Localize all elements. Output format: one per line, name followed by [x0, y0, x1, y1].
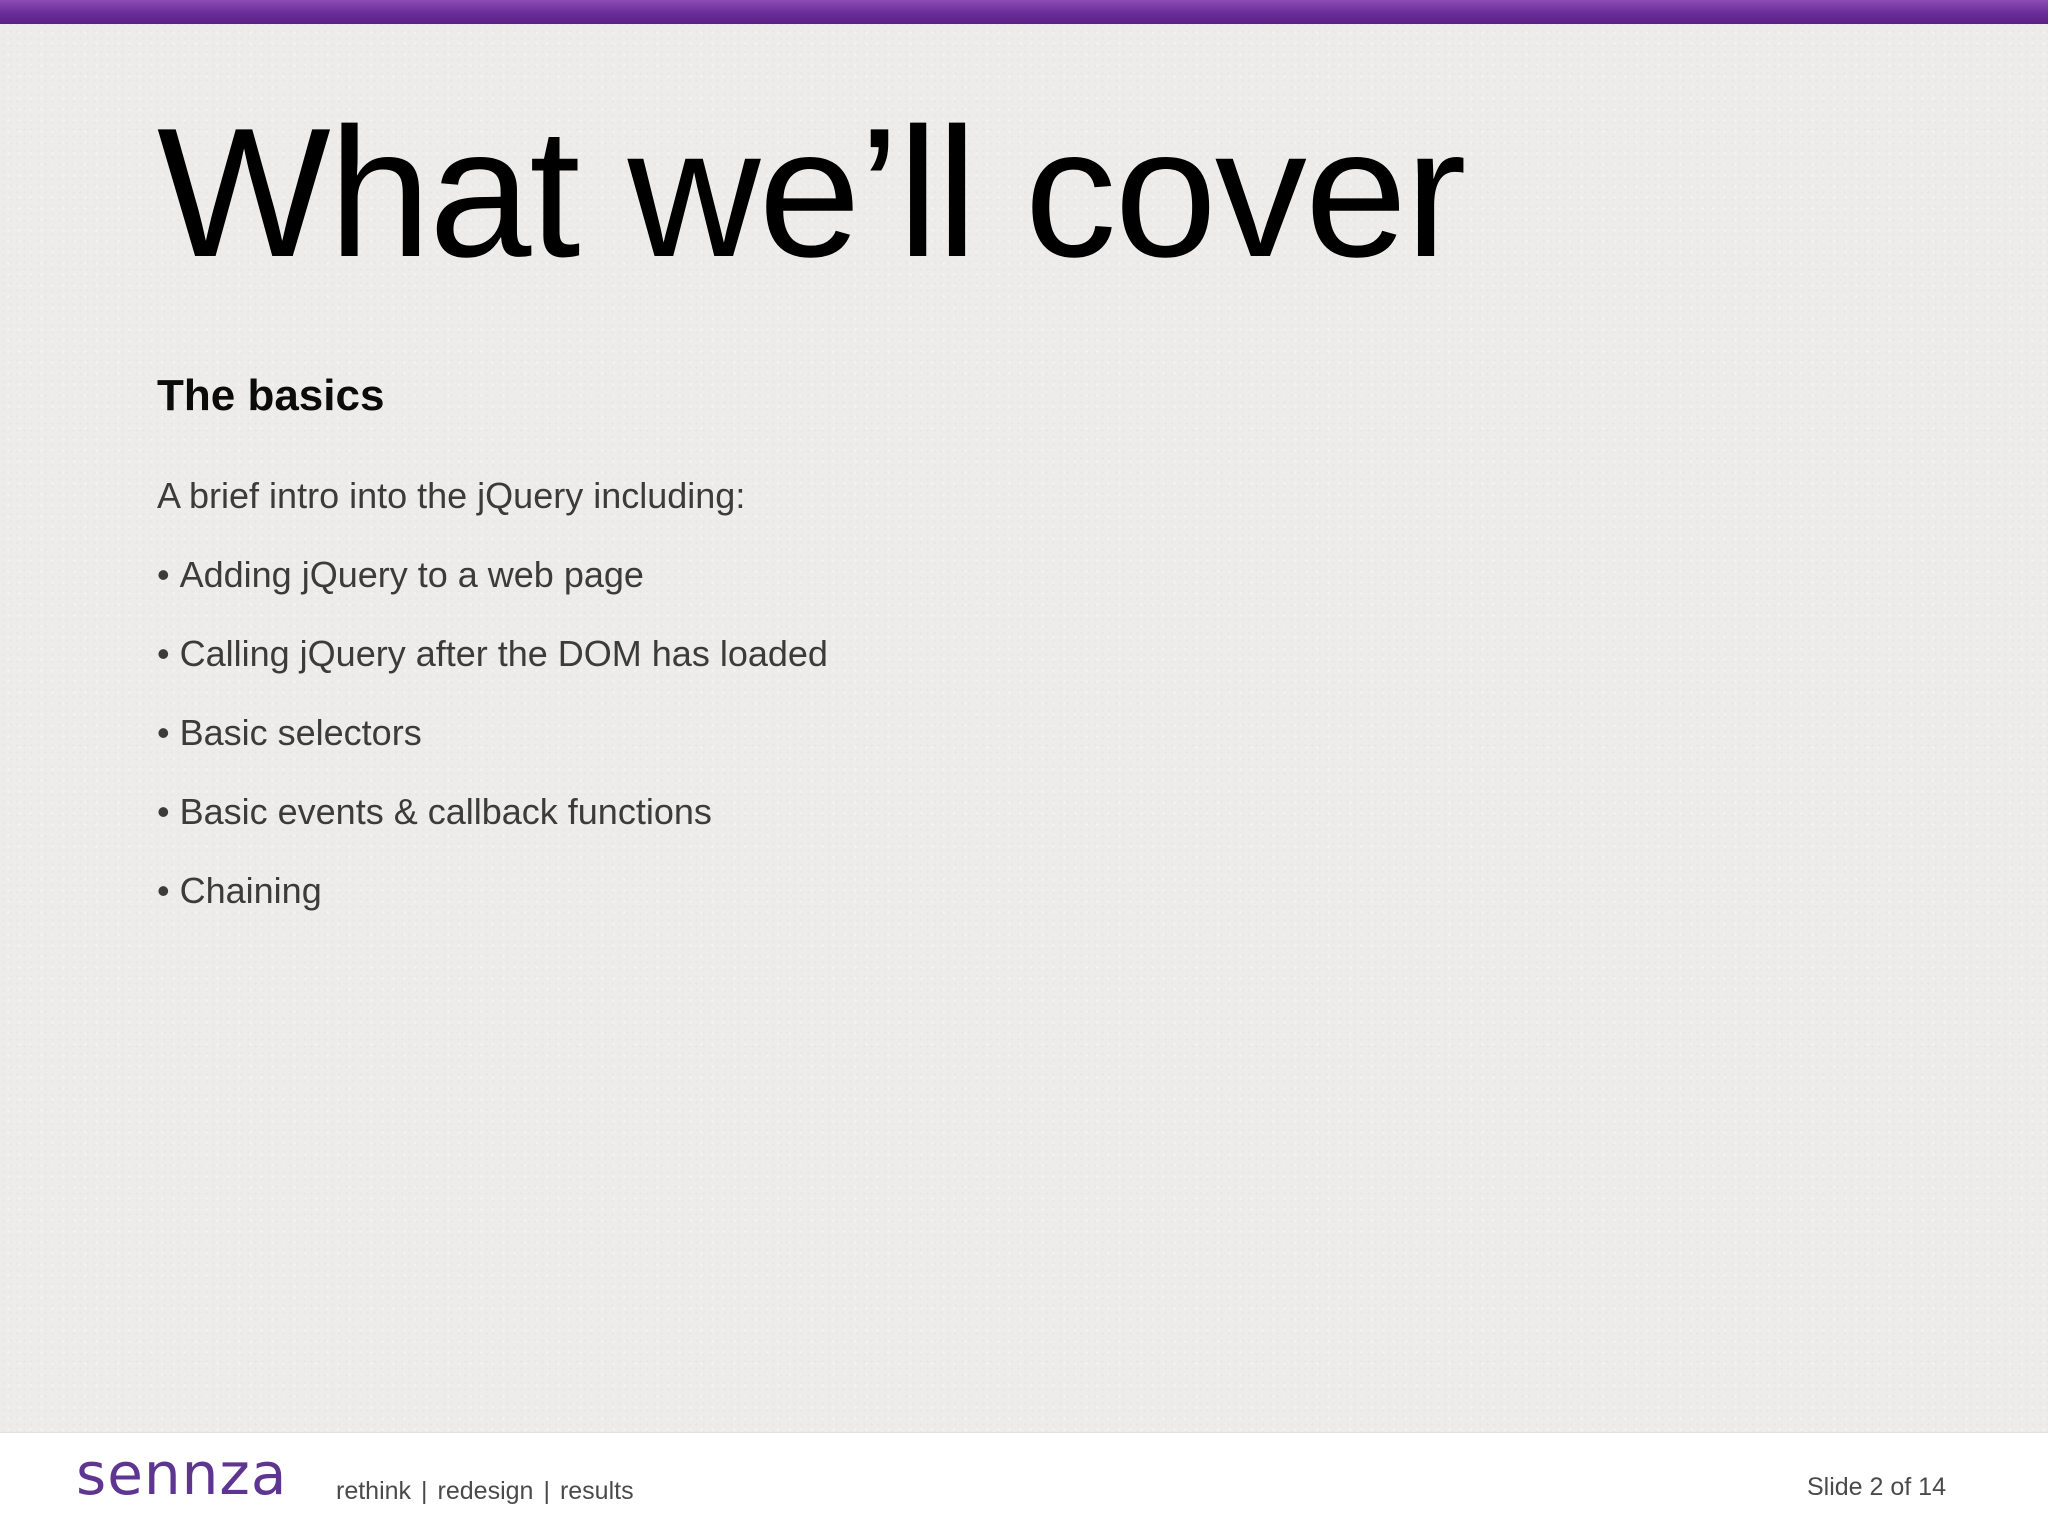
- sennza-logo: sennza: [76, 1440, 288, 1508]
- bullet-item: • Basic events & callback functions: [157, 792, 828, 871]
- tagline-redesign: redesign: [437, 1477, 534, 1505]
- tagline-separator: |: [543, 1477, 550, 1505]
- intro-text: A brief intro into the jQuery including:: [157, 475, 746, 516]
- bullet-text: Adding jQuery to a web page: [179, 554, 644, 595]
- bullet-text: Calling jQuery after the DOM has loaded: [179, 633, 828, 674]
- slide-title: What we’ll cover: [157, 89, 1466, 295]
- bullet-dot: •: [157, 712, 170, 753]
- top-accent-bar: [0, 0, 2048, 24]
- footer: sennza rethink | redesign | results Slide 2 …: [0, 1432, 2048, 1536]
- bullet-text: Chaining: [179, 870, 322, 911]
- tagline-results: results: [559, 1477, 634, 1505]
- bullet-item: • Chaining: [157, 871, 828, 950]
- tagline-rethink: rethink: [336, 1477, 412, 1505]
- bullet-dot: •: [157, 554, 170, 595]
- bullet-dot: •: [157, 633, 170, 674]
- bullet-dot: •: [157, 870, 170, 911]
- bullet-text: Basic selectors: [179, 712, 422, 753]
- bullet-item: • Basic selectors: [157, 713, 828, 792]
- slide-number: Slide 2 of 14: [1807, 1473, 1946, 1501]
- bullet-list: • Adding jQuery to a web page • Calling jQ…: [157, 555, 828, 950]
- tagline: rethink | redesign | results: [336, 1477, 634, 1506]
- bullet-item: • Calling jQuery after the DOM has loaded: [157, 634, 828, 713]
- bullet-item: • Adding jQuery to a web page: [157, 555, 828, 634]
- bullet-text: Basic events & callback functions: [179, 791, 712, 832]
- bullet-dot: •: [157, 791, 170, 832]
- slide: What we’ll cover The basics A brief intr…: [0, 0, 2048, 1536]
- tagline-separator: |: [421, 1477, 428, 1505]
- slide-subtitle: The basics: [157, 371, 385, 420]
